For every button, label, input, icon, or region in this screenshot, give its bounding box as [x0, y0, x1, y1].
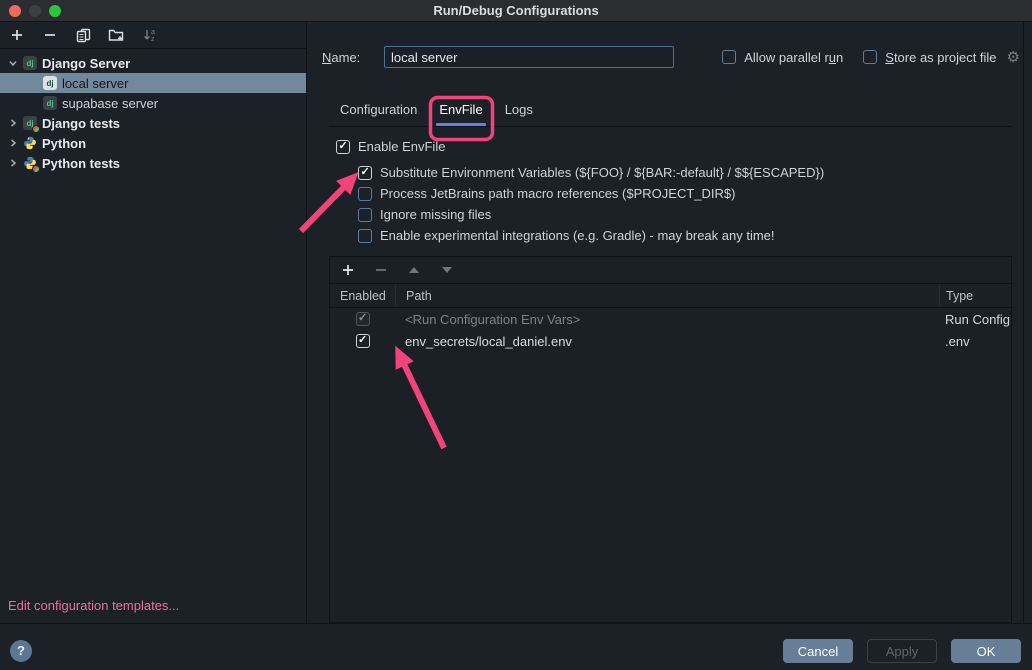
edit-configuration-templates-link[interactable]: Edit configuration templates...: [8, 598, 306, 613]
tree-item-label: Python: [42, 136, 86, 151]
process-path-macro-checkbox[interactable]: [358, 187, 372, 201]
python-tests-icon: [23, 156, 37, 170]
dialog-body: a z dj Django Server dj local server: [0, 22, 1032, 623]
configuration-tabs: Configuration EnvFile Logs: [329, 95, 1012, 127]
table-row-run-config-env-vars[interactable]: <Run Configuration Env Vars> Run Config: [330, 308, 1011, 330]
django-tests-icon: dj: [23, 116, 37, 130]
remove-env-file-icon[interactable]: [373, 262, 389, 278]
row-path: env_secrets/local_daniel.env: [395, 330, 939, 352]
experimental-integrations-checkbox[interactable]: [358, 229, 372, 243]
traffic-lights: [9, 5, 61, 17]
zoom-window-button[interactable]: [49, 5, 61, 17]
env-files-table-header: Enabled Path Type: [330, 284, 1011, 308]
configuration-main-panel: Name: Allow parallel run Store as projec…: [307, 22, 1032, 623]
django-icon: dj: [43, 76, 57, 90]
tree-item-label: Python tests: [42, 156, 120, 171]
row-enabled-checkbox[interactable]: [356, 334, 370, 348]
minimize-window-button[interactable]: [29, 5, 41, 17]
table-row-env-secrets[interactable]: env_secrets/local_daniel.env .env: [330, 330, 1011, 352]
configuration-name-input[interactable]: [384, 46, 674, 68]
chevron-right-icon[interactable]: [6, 138, 20, 148]
row-enabled-checkbox: [356, 312, 370, 326]
dialog-title: Run/Debug Configurations: [0, 0, 1032, 21]
option-label: Ignore missing files: [380, 207, 491, 222]
svg-text:z: z: [151, 36, 155, 43]
column-header-type[interactable]: Type: [939, 284, 1011, 307]
tree-item-label: supabase server: [62, 96, 158, 111]
tree-item-label: Django Server: [42, 56, 130, 71]
enable-envfile-checkbox[interactable]: [336, 140, 350, 154]
close-window-button[interactable]: [9, 5, 21, 17]
tree-item-django-server[interactable]: dj Django Server: [0, 53, 306, 73]
row-path: <Run Configuration Env Vars>: [395, 308, 939, 330]
allow-parallel-run-checkbox[interactable]: [722, 50, 736, 64]
option-label: Process JetBrains path macro references …: [380, 186, 735, 201]
name-row: Name: Allow parallel run Store as projec…: [307, 22, 1032, 68]
env-files-table-panel: Enabled Path Type <Run Configuration Env…: [329, 256, 1012, 623]
django-icon: dj: [23, 56, 37, 70]
option-label: Enable EnvFile: [358, 139, 445, 154]
tab-configuration[interactable]: Configuration: [329, 95, 428, 126]
allow-parallel-run-option[interactable]: Allow parallel run: [722, 50, 843, 65]
configurations-tree: dj Django Server dj local server dj supa…: [0, 49, 306, 598]
tab-logs[interactable]: Logs: [494, 95, 544, 126]
sort-configurations-icon[interactable]: a z: [141, 27, 157, 43]
chevron-right-icon[interactable]: [6, 118, 20, 128]
copy-configuration-icon[interactable]: [75, 27, 91, 43]
store-as-project-file-checkbox[interactable]: [863, 50, 877, 64]
tree-item-supabase-server[interactable]: dj supabase server: [0, 93, 306, 113]
remove-configuration-icon[interactable]: [42, 27, 58, 43]
svg-text:a: a: [151, 29, 155, 36]
footer-buttons: Cancel Apply OK: [783, 639, 1021, 663]
tree-item-local-server[interactable]: dj local server: [0, 73, 306, 93]
process-path-macro-option[interactable]: Process JetBrains path macro references …: [358, 183, 1032, 204]
add-configuration-icon[interactable]: [9, 27, 25, 43]
tree-item-python[interactable]: Python: [0, 133, 306, 153]
new-folder-icon[interactable]: [108, 27, 124, 43]
configurations-sidebar: a z dj Django Server dj local server: [0, 22, 307, 623]
cancel-button[interactable]: Cancel: [783, 639, 853, 663]
tree-item-label: local server: [62, 76, 128, 91]
python-icon: [23, 136, 37, 150]
store-as-project-file-label: Store as project file: [885, 50, 996, 65]
enable-envfile-option[interactable]: Enable EnvFile: [336, 136, 1032, 157]
tree-item-label: Django tests: [42, 116, 120, 131]
substitute-env-vars-option[interactable]: Substitute Environment Variables (${FOO}…: [358, 162, 1032, 183]
help-button[interactable]: ?: [10, 640, 32, 662]
gear-icon[interactable]: ⚙: [1007, 50, 1020, 65]
add-env-file-icon[interactable]: [340, 262, 356, 278]
move-down-icon[interactable]: [439, 262, 455, 278]
column-header-enabled[interactable]: Enabled: [330, 289, 395, 303]
panel-right-divider: [1023, 22, 1024, 623]
sidebar-toolbar: a z: [0, 22, 306, 49]
column-header-path[interactable]: Path: [395, 284, 939, 307]
chevron-down-icon[interactable]: [6, 58, 20, 68]
row-type: .env: [939, 330, 1011, 352]
django-icon: dj: [43, 96, 57, 110]
ok-button[interactable]: OK: [951, 639, 1021, 663]
allow-parallel-run-label: Allow parallel run: [744, 50, 843, 65]
tree-item-django-tests[interactable]: dj Django tests: [0, 113, 306, 133]
substitute-env-vars-checkbox[interactable]: [358, 166, 372, 180]
tree-item-python-tests[interactable]: Python tests: [0, 153, 306, 173]
dialog-footer: ? Cancel Apply OK: [0, 623, 1032, 670]
header-checkboxes: Allow parallel run Store as project file…: [722, 50, 1020, 65]
env-files-table-toolbar: [330, 257, 1011, 284]
run-debug-configurations-dialog: Run/Debug Configurations: [0, 0, 1032, 670]
move-up-icon[interactable]: [406, 262, 422, 278]
ignore-missing-files-checkbox[interactable]: [358, 208, 372, 222]
envfile-options: Enable EnvFile Substitute Environment Va…: [307, 127, 1032, 246]
option-label: Enable experimental integrations (e.g. G…: [380, 228, 775, 243]
option-label: Substitute Environment Variables (${FOO}…: [380, 165, 824, 180]
chevron-right-icon[interactable]: [6, 158, 20, 168]
apply-button[interactable]: Apply: [867, 639, 937, 663]
tab-envfile[interactable]: EnvFile: [428, 95, 493, 126]
ignore-missing-files-option[interactable]: Ignore missing files: [358, 204, 1032, 225]
experimental-integrations-option[interactable]: Enable experimental integrations (e.g. G…: [358, 225, 1032, 246]
title-bar: Run/Debug Configurations: [0, 0, 1032, 22]
name-label: Name:: [322, 50, 384, 65]
row-type: Run Config: [939, 308, 1011, 330]
store-as-project-file-option[interactable]: Store as project file ⚙: [863, 50, 1020, 65]
